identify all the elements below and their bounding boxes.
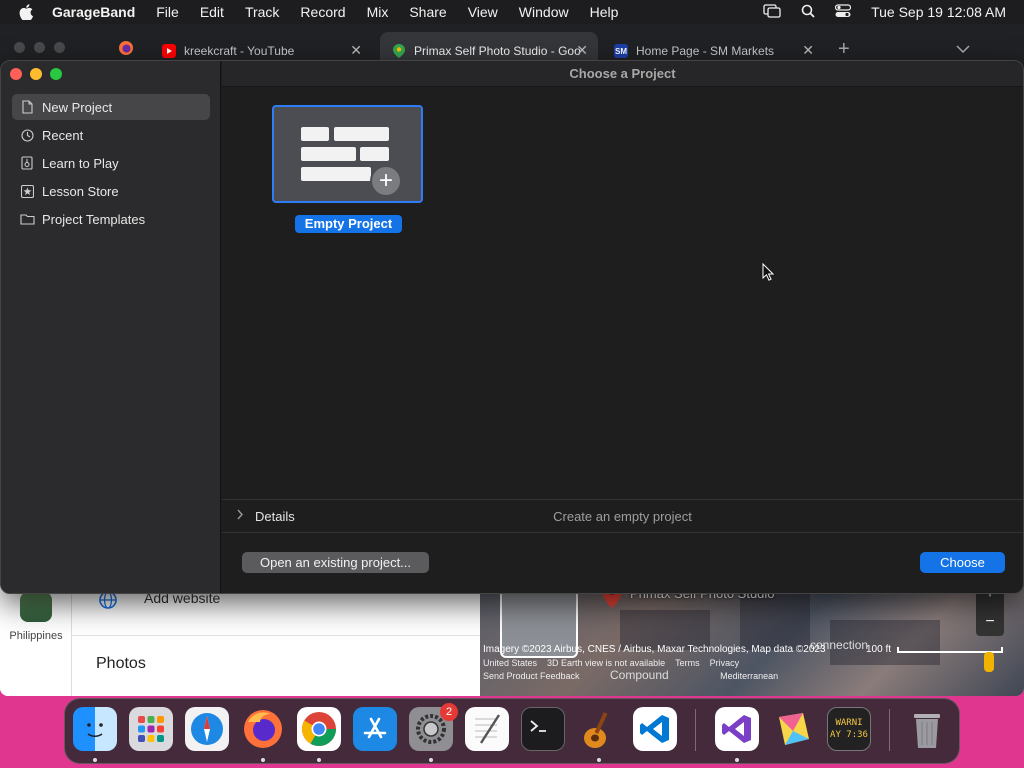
launchpad-icon[interactable] [129, 707, 173, 751]
mouse-pointer-icon [762, 262, 775, 286]
guitar-book-icon [12, 156, 42, 170]
photos-heading: Photos [96, 655, 146, 672]
vscode-icon[interactable] [633, 707, 677, 751]
window-zoom-button[interactable] [50, 68, 62, 80]
browser-close-button[interactable] [14, 42, 25, 53]
empty-project-tile[interactable]: + [272, 105, 423, 203]
privacy-link[interactable]: Privacy [710, 658, 740, 668]
sidebar-item-label: Project Templates [42, 211, 146, 227]
details-disclosure: Details Create an empty project [222, 499, 1023, 533]
window-controls [10, 68, 62, 80]
menu-window[interactable]: Window [519, 4, 569, 20]
map-scale[interactable]: 100 ft [866, 644, 1004, 655]
safari-icon[interactable] [185, 707, 229, 751]
menu-help[interactable]: Help [590, 4, 619, 20]
terms-link[interactable]: Terms [675, 658, 700, 668]
choose-button[interactable]: Choose [920, 552, 1005, 573]
control-center-icon[interactable] [834, 3, 852, 21]
screen-mirroring-icon[interactable] [763, 3, 781, 21]
tab-title: Home Page - SM Markets [636, 44, 775, 58]
map-area-label: Mediterranean [720, 671, 779, 681]
sidebar-item-recent[interactable]: Recent [12, 122, 210, 148]
browser-minimize-button[interactable] [34, 42, 45, 53]
tab-close-icon[interactable]: ✕ [576, 42, 588, 59]
chrome-icon[interactable] [297, 707, 341, 751]
feedback-row: Send Product Feedback Mediterranean [483, 671, 778, 681]
console-icon[interactable]: WARNI AY 7:36 [827, 707, 871, 751]
menu-record[interactable]: Record [300, 4, 345, 20]
window-title: Choose a Project [222, 61, 1023, 87]
menu-track[interactable]: Track [245, 4, 279, 20]
sidebar-item-learn-to-play[interactable]: Learn to Play [12, 150, 210, 176]
star-store-icon [12, 184, 42, 198]
region-label[interactable]: United States [483, 658, 537, 668]
tab-close-icon[interactable]: ✕ [802, 42, 814, 59]
menu-edit[interactable]: Edit [200, 4, 224, 20]
sidebar-item-project-templates[interactable]: Project Templates [12, 206, 210, 232]
maps-favicon-icon [392, 44, 406, 58]
menu-bar: GarageBand File Edit Track Record Mix Sh… [0, 0, 1024, 24]
browser-zoom-button[interactable] [54, 42, 65, 53]
garageband-project-chooser: New Project Recent Learn to Play Lesson … [0, 60, 1024, 594]
sidebar-item-lesson-store[interactable]: Lesson Store [12, 178, 210, 204]
document-icon [12, 100, 42, 114]
visual-studio-icon[interactable] [715, 707, 759, 751]
app-name-menu[interactable]: GarageBand [52, 4, 135, 20]
country-label: Philippines [9, 630, 63, 642]
earth-note: 3D Earth view is not available [547, 658, 666, 668]
panel-divider [72, 635, 480, 636]
firefox-icon[interactable] [241, 707, 285, 751]
app-store-icon[interactable] [353, 707, 397, 751]
finder-icon[interactable] [73, 707, 117, 751]
console-text: WARNI AY 7:36 [830, 718, 868, 740]
sidebar-item-label: Lesson Store [42, 183, 119, 199]
project-sidebar: New Project Recent Learn to Play Lesson … [1, 61, 221, 593]
project-title-label[interactable]: Empty Project [295, 215, 402, 233]
tab-list-chevron-icon[interactable] [956, 40, 970, 58]
window-close-button[interactable] [10, 68, 22, 80]
firefox-tab-icon[interactable] [118, 40, 134, 61]
tab-title: kreekcraft - YouTube [184, 44, 295, 58]
dock: 2 WARNI AY 7:36 [64, 698, 960, 764]
country-thumbnail[interactable] [20, 592, 52, 622]
sidebar-item-new-project[interactable]: New Project [12, 94, 210, 120]
menu-view[interactable]: View [468, 4, 498, 20]
zoom-out-button[interactable]: − [976, 608, 1004, 636]
send-feedback-link[interactable]: Send Product Feedback [483, 671, 580, 681]
browser-window-controls [14, 42, 65, 53]
apple-menu-icon[interactable] [0, 4, 52, 20]
sidebar-item-label: Recent [42, 127, 84, 143]
garageband-icon[interactable] [577, 707, 621, 751]
pixelmator-icon[interactable] [771, 707, 815, 751]
youtube-favicon-icon [162, 44, 176, 58]
menu-file[interactable]: File [156, 4, 179, 20]
folder-icon [12, 213, 42, 225]
add-plus-icon: + [370, 165, 402, 197]
menu-share[interactable]: Share [409, 4, 446, 20]
notification-badge: 2 [440, 703, 458, 721]
window-minimize-button[interactable] [30, 68, 42, 80]
sm-favicon-icon: SM [614, 44, 628, 58]
new-tab-plus-icon[interactable]: + [838, 38, 850, 61]
open-existing-project-button[interactable]: Open an existing project... [242, 552, 429, 573]
pegman-icon[interactable] [984, 652, 994, 672]
menubar-clock[interactable]: Tue Sep 19 12:08 AM [871, 4, 1006, 20]
map-footer-links: United States 3D Earth view is not avail… [483, 658, 739, 668]
clock-icon [12, 128, 42, 142]
trash-icon[interactable] [905, 707, 949, 751]
terminal-icon[interactable] [521, 707, 565, 751]
textedit-icon[interactable] [465, 707, 509, 751]
map-attribution: Imagery ©2023 Airbus, CNES / Airbus, Max… [483, 644, 826, 655]
place-details-panel: Add website Photos [72, 580, 480, 696]
scale-label: 100 ft [866, 644, 892, 655]
sidebar-item-label: New Project [42, 99, 113, 115]
tab-close-icon[interactable]: ✕ [350, 42, 362, 59]
spotlight-search-icon[interactable] [801, 4, 815, 21]
tab-title: Primax Self Photo Studio - Goo [414, 44, 581, 58]
satellite-map[interactable]: Primax Self Photo Studio connection Comp… [480, 580, 1024, 696]
maps-left-rail: Philippines [0, 580, 72, 696]
project-description: Create an empty project [553, 509, 692, 524]
menu-mix[interactable]: Mix [367, 4, 389, 20]
sidebar-item-label: Learn to Play [42, 155, 119, 171]
